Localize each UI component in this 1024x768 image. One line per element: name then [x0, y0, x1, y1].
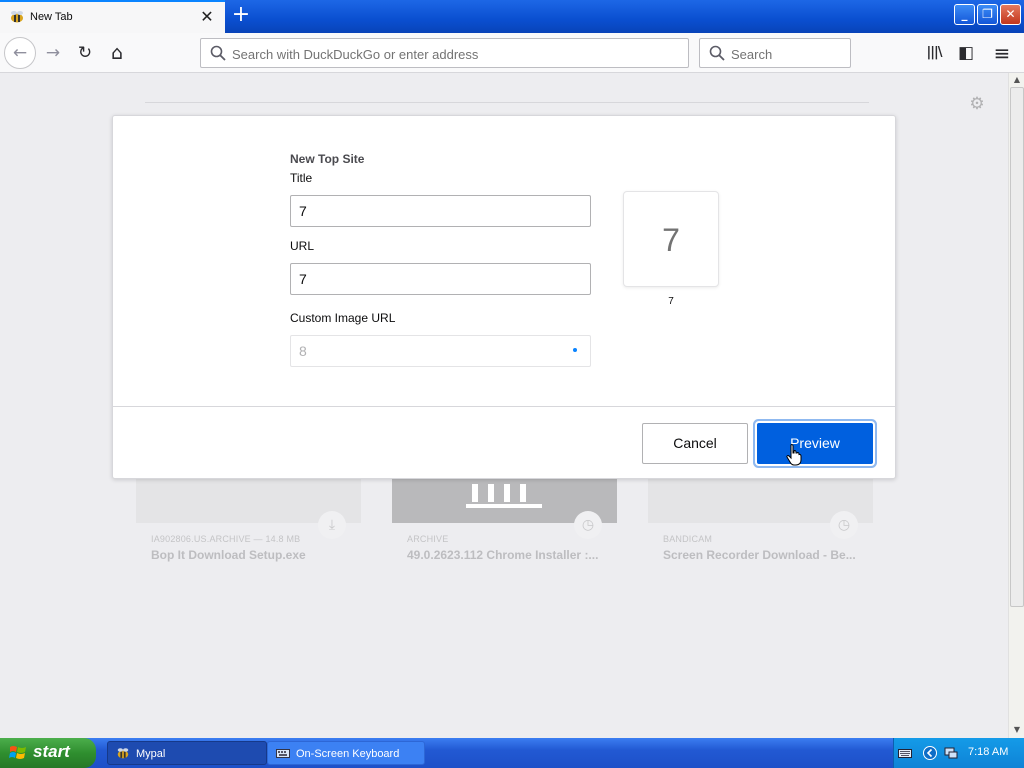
search-icon: [210, 45, 226, 61]
tab-title: New Tab: [30, 11, 73, 23]
task-label: On-Screen Keyboard: [296, 748, 400, 760]
archive-building-icon: [466, 484, 542, 508]
card-title[interactable]: Bop It Download Setup.exe: [151, 548, 306, 562]
library-icon[interactable]: |||\: [922, 41, 946, 65]
clock-icon: ◷: [574, 511, 602, 539]
bee-icon: [117, 748, 129, 759]
scrollbar-thumb[interactable]: [1010, 87, 1024, 607]
restore-button[interactable]: ❐: [977, 4, 998, 25]
top-site-preview-tile: 7: [623, 191, 719, 287]
sidebar-icon[interactable]: ◧: [954, 41, 978, 65]
back-arrow-icon: ←: [12, 43, 28, 63]
vertical-scrollbar[interactable]: ▲ ▼: [1008, 73, 1024, 738]
download-icon: ⤓: [318, 511, 346, 539]
navigation-toolbar: ← → ↻ ⌂ |||\ ◧ ≡: [0, 33, 1024, 73]
card-title[interactable]: 49.0.2623.112 Chrome Installer :...: [407, 548, 598, 562]
keyboard-icon: [276, 749, 290, 758]
taskbar-item-mypal[interactable]: Mypal: [107, 741, 267, 765]
new-top-site-dialog: New Top Site Title URL Custom Image URL …: [112, 115, 896, 479]
search-bar[interactable]: [699, 38, 851, 68]
tab-strip: New Tab ✕ + _ ❐ ✕: [0, 0, 1024, 33]
scroll-down-icon[interactable]: ▼: [1011, 723, 1023, 737]
close-window-button[interactable]: ✕: [1000, 4, 1021, 25]
back-button[interactable]: ←: [4, 37, 36, 69]
custom-image-url-field[interactable]: [290, 335, 591, 367]
preview-caption: 7: [668, 296, 674, 307]
menu-icon[interactable]: ≡: [990, 41, 1014, 65]
start-label: start: [33, 742, 70, 761]
start-button[interactable]: start: [0, 738, 96, 768]
chevron-left-icon[interactable]: [923, 746, 937, 760]
gear-icon[interactable]: ⚙: [968, 95, 986, 113]
minimize-button[interactable]: _: [954, 4, 975, 25]
task-label: Mypal: [136, 748, 166, 760]
card-title[interactable]: Screen Recorder Download - Be...: [663, 548, 856, 562]
system-tray: 7:18 AM: [893, 738, 1024, 768]
address-input[interactable]: [232, 45, 672, 63]
card-source: ARCHIVE: [407, 534, 449, 544]
tab-new-tab[interactable]: New Tab ✕: [0, 0, 225, 33]
custom-image-label: Custom Image URL: [290, 311, 396, 325]
card-source: IA902806.US.ARCHIVE — 14.8 MB: [151, 534, 301, 544]
loading-spinner-icon: [573, 348, 577, 352]
keyboard-icon[interactable]: [898, 746, 912, 760]
scroll-up-icon[interactable]: ▲: [1011, 73, 1023, 87]
close-tab-icon[interactable]: ✕: [199, 8, 215, 26]
address-bar[interactable]: [200, 38, 689, 68]
dialog-divider: [113, 406, 895, 407]
card-source: BANDICAM: [663, 534, 713, 544]
preview-button[interactable]: Preview: [757, 423, 873, 464]
taskbar: start Mypal On-Screen Keyboard 7:18 AM: [0, 738, 1024, 768]
url-label: URL: [290, 239, 315, 253]
network-icon[interactable]: [944, 746, 958, 760]
title-label: Title: [290, 171, 313, 185]
search-input[interactable]: [731, 45, 841, 63]
search-icon: [709, 45, 725, 61]
cancel-button[interactable]: Cancel: [642, 423, 748, 464]
clock[interactable]: 7:18 AM: [968, 746, 1008, 758]
hand-cursor-icon: [786, 444, 802, 466]
new-tab-button[interactable]: +: [230, 4, 252, 28]
clock-icon: ◷: [830, 511, 858, 539]
reload-button[interactable]: ↻: [73, 41, 97, 65]
taskbar-item-on-screen-keyboard[interactable]: On-Screen Keyboard: [267, 741, 425, 765]
search-divider: [145, 102, 869, 103]
home-button[interactable]: ⌂: [105, 41, 129, 65]
forward-button[interactable]: →: [41, 41, 65, 65]
windows-logo-icon: [9, 746, 26, 759]
title-field[interactable]: [290, 195, 591, 227]
dialog-heading: New Top Site: [290, 152, 365, 166]
url-field[interactable]: [290, 263, 591, 295]
bee-icon: [11, 11, 23, 23]
